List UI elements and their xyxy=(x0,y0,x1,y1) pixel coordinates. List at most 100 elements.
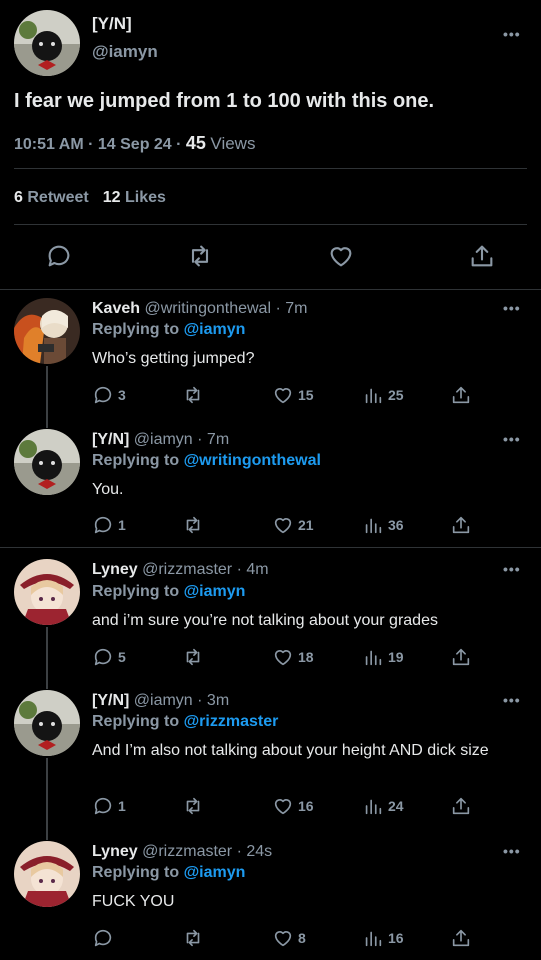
views-action[interactable]: 16 xyxy=(362,927,404,949)
views-icon xyxy=(365,931,382,947)
like-count: 21 xyxy=(298,517,314,533)
views-icon xyxy=(365,388,382,404)
share-action[interactable] xyxy=(450,514,476,536)
like-count: 15 xyxy=(298,387,314,403)
tweet-action-bar xyxy=(0,240,541,274)
like-icon xyxy=(274,388,292,404)
like-action[interactable]: 15 xyxy=(272,384,314,406)
replying-to-link[interactable]: @writingonthewal xyxy=(184,452,321,469)
reply-handle-time: @iamyn · 3m xyxy=(133,692,230,709)
share-icon[interactable] xyxy=(468,242,496,270)
engagement-stats: 6 Retweet 12 Likes xyxy=(14,189,166,207)
reply-author[interactable]: [Y/N] @iamyn · 3m xyxy=(92,692,229,710)
retweet-action[interactable] xyxy=(182,514,208,536)
reply-text: And I’m also not talking about your heig… xyxy=(92,742,489,759)
comment-icon[interactable] xyxy=(45,242,73,270)
reply-handle-time: @iamyn · 7m xyxy=(133,431,230,448)
reply-handle-time: @writingonthewal · 7m xyxy=(144,300,308,317)
views-icon xyxy=(365,518,382,534)
reply-text: You. xyxy=(92,481,124,498)
comment-action[interactable]: 1 xyxy=(92,795,126,817)
replying-to-link[interactable]: @iamyn xyxy=(184,583,246,600)
retweet-icon xyxy=(186,386,200,404)
reply-author[interactable]: [Y/N] @iamyn · 7m xyxy=(92,431,229,449)
retweet-icon xyxy=(186,648,200,666)
reply-actions: 3 15 25 xyxy=(90,384,490,408)
reply-avatar[interactable] xyxy=(14,429,80,495)
more-icon[interactable]: ••• xyxy=(503,300,521,316)
replying-prefix: Replying to xyxy=(92,583,184,600)
reply-avatar[interactable] xyxy=(14,559,80,625)
replying-to: Replying to @iamyn xyxy=(92,864,245,882)
reply-handle-time: @rizzmaster · 24s xyxy=(142,843,273,860)
share-action[interactable] xyxy=(450,646,476,668)
like-icon xyxy=(274,650,292,666)
retweet-icon[interactable] xyxy=(186,242,214,270)
views-action[interactable]: 24 xyxy=(362,795,404,817)
share-action[interactable] xyxy=(450,384,476,406)
replying-prefix: Replying to xyxy=(92,864,184,881)
more-icon[interactable]: ••• xyxy=(503,843,521,859)
reply-author[interactable]: Lyney @rizzmaster · 4m xyxy=(92,561,269,579)
more-icon[interactable]: ••• xyxy=(503,561,521,577)
retweets-stat[interactable]: 6 Retweet xyxy=(14,189,89,206)
divider xyxy=(14,168,527,169)
thread-line xyxy=(46,758,48,840)
like-count: 16 xyxy=(298,798,314,814)
like-count: 8 xyxy=(298,930,306,946)
views-action[interactable]: 19 xyxy=(362,646,404,668)
views-action[interactable]: 25 xyxy=(362,384,404,406)
divider xyxy=(14,224,527,225)
replying-to-link[interactable]: @rizzmaster xyxy=(184,713,279,730)
likes-stat[interactable]: 12 Likes xyxy=(103,189,166,206)
like-action[interactable]: 8 xyxy=(272,927,306,949)
reply-text: Who’s getting jumped? xyxy=(92,350,255,367)
author-name[interactable]: [Y/N] xyxy=(92,14,132,34)
retweet-action[interactable] xyxy=(182,384,208,406)
retweet-action[interactable] xyxy=(182,646,208,668)
share-icon xyxy=(452,797,470,815)
views-count: 24 xyxy=(388,798,404,814)
author-handle[interactable]: @iamyn xyxy=(92,42,158,62)
more-icon[interactable]: ••• xyxy=(503,692,521,708)
like-icon[interactable] xyxy=(327,242,355,270)
reply-author-name: [Y/N] xyxy=(92,692,130,709)
like-icon xyxy=(274,518,292,534)
like-icon xyxy=(274,931,292,947)
comment-action[interactable] xyxy=(92,927,118,949)
views-icon xyxy=(365,650,382,666)
share-action[interactable] xyxy=(450,795,476,817)
views-count: 45 xyxy=(185,133,206,153)
views-action[interactable]: 36 xyxy=(362,514,404,536)
reply-avatar[interactable] xyxy=(14,298,80,364)
reply-actions: 1 16 24 xyxy=(90,795,490,819)
comment-action[interactable]: 1 xyxy=(92,514,126,536)
reply-actions: 5 18 19 xyxy=(90,646,490,670)
like-action[interactable]: 21 xyxy=(272,514,314,536)
views-label: Views xyxy=(210,134,256,153)
retweet-action[interactable] xyxy=(182,795,208,817)
reply-text: and i’m sure you’re not talking about yo… xyxy=(92,612,438,629)
reply-author[interactable]: Lyney @rizzmaster · 24s xyxy=(92,843,272,861)
share-action[interactable] xyxy=(450,927,476,949)
reply-avatar[interactable] xyxy=(14,841,80,907)
author-avatar[interactable] xyxy=(14,10,80,76)
like-count: 18 xyxy=(298,649,314,665)
comment-action[interactable]: 3 xyxy=(92,384,126,406)
views-count: 25 xyxy=(388,387,404,403)
reply-avatar[interactable] xyxy=(14,690,80,756)
replying-to-link[interactable]: @iamyn xyxy=(184,864,246,881)
comment-icon xyxy=(94,516,112,534)
reply-text: FUCK YOU xyxy=(92,893,175,910)
comment-count: 1 xyxy=(118,798,126,814)
reply-author[interactable]: Kaveh @writingonthewal · 7m xyxy=(92,300,307,318)
comment-action[interactable]: 5 xyxy=(92,646,126,668)
share-icon xyxy=(452,386,470,404)
reply-actions: 1 21 36 xyxy=(90,514,490,538)
replying-to-link[interactable]: @iamyn xyxy=(184,321,246,338)
more-icon[interactable]: ••• xyxy=(503,26,521,42)
retweet-action[interactable] xyxy=(182,927,208,949)
like-action[interactable]: 18 xyxy=(272,646,314,668)
like-action[interactable]: 16 xyxy=(272,795,314,817)
more-icon[interactable]: ••• xyxy=(503,431,521,447)
